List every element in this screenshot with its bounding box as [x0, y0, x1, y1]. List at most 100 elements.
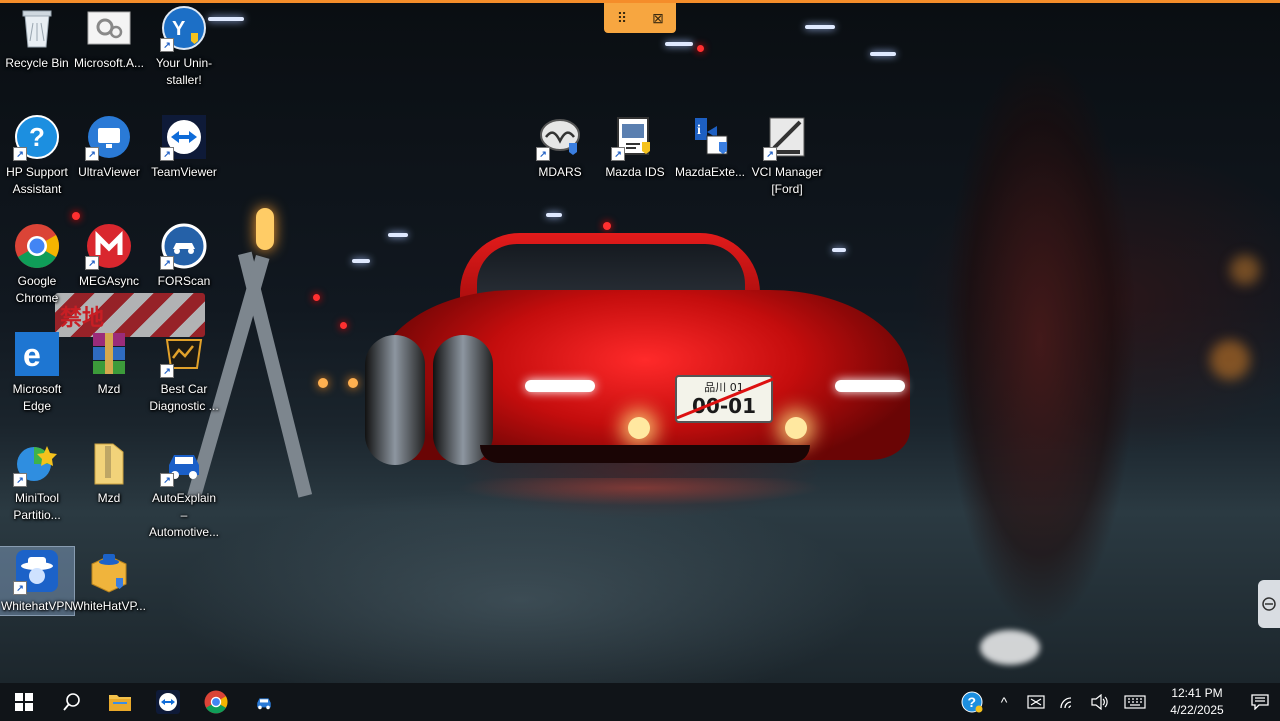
taskbar-autoexplain[interactable]: [240, 683, 288, 721]
desktop-icon-forscan[interactable]: ↗ FORScan: [147, 222, 221, 290]
desktop-icon-label: WhitehatVPN: [0, 599, 74, 613]
svg-text:i: i: [697, 123, 701, 138]
teamviewer-icon: [156, 690, 180, 714]
minitool-icon: ↗: [13, 439, 61, 487]
desktop-icon-label: AutoExplain – Automotive...: [148, 491, 220, 539]
bokeh-light: [318, 378, 328, 388]
forscan-icon: ↗: [160, 222, 208, 270]
desktop-icon-hp-support[interactable]: ? ↗ HP Support Assistant: [0, 113, 74, 198]
street-light: [805, 25, 835, 29]
start-button[interactable]: [0, 683, 48, 721]
folder-icon: [109, 695, 131, 711]
edge-icon: e: [13, 330, 61, 378]
your-uninstaller-icon: Y ↗: [160, 4, 208, 52]
chrome-icon: [13, 222, 61, 270]
help-icon: ?: [961, 691, 983, 713]
bokeh-light: [313, 294, 320, 301]
wifi-icon[interactable]: [1052, 683, 1084, 721]
desktop-icon-mazda-ext[interactable]: i MazdaExte...: [673, 113, 747, 181]
desktop-icon-best-car-diagnostic[interactable]: ↗ Best Car Diagnostic ...: [147, 330, 221, 415]
autoexplain-icon: ↗: [160, 439, 208, 487]
car-fog-light: [628, 417, 650, 439]
autoexplain-icon: [257, 698, 271, 710]
car-headlight: [525, 380, 595, 392]
clock-time: 12:41 PM: [1171, 686, 1223, 700]
desktop-icon-teamviewer[interactable]: ↗ TeamViewer: [147, 113, 221, 181]
clock-date: 4/22/2025: [1170, 703, 1224, 717]
bokeh-light: [697, 45, 704, 52]
bokeh-light: [72, 212, 80, 220]
desktop-icon-recycle-bin[interactable]: Recycle Bin: [0, 4, 74, 72]
desktop-icon-mazda-ids[interactable]: ↗ Mazda IDS: [598, 113, 672, 181]
desktop-icon-label: MEGAsync: [78, 274, 139, 288]
lantern-light: [256, 208, 274, 250]
shortcut-arrow-icon: ↗: [536, 147, 550, 161]
chrome-icon: [204, 690, 228, 714]
volume-icon[interactable]: [1084, 683, 1116, 721]
floating-toolbar: ⠿ ⊠: [604, 3, 676, 33]
shortcut-arrow-icon: ↗: [763, 147, 777, 161]
wallpaper-pillar: [940, 0, 1140, 683]
desktop-icon-whitehatvpn[interactable]: ↗ WhitehatVPN: [0, 546, 75, 616]
action-center-icon[interactable]: [1240, 683, 1280, 721]
taskbar-file-explorer[interactable]: [96, 683, 144, 721]
svg-text:?: ?: [29, 122, 45, 152]
bokeh-light: [1210, 340, 1250, 380]
shortcut-arrow-icon: ↗: [13, 581, 27, 595]
drag-handle-icon[interactable]: ⠿: [611, 7, 633, 29]
car-diagnostic-icon: ↗: [160, 330, 208, 378]
bokeh-light: [340, 322, 347, 329]
desktop-icon-label: MazdaExte...: [674, 165, 746, 179]
megasync-icon: ↗: [85, 222, 133, 270]
whitehatvpn-installer-icon: [85, 547, 133, 595]
desktop-icon-microsoft-edge[interactable]: e Microsoft Edge: [0, 330, 74, 415]
shortcut-arrow-icon: ↗: [13, 473, 27, 487]
desktop-icon-label: UltraViewer: [78, 165, 140, 179]
shortcut-arrow-icon: ↗: [611, 147, 625, 161]
taskbar-teamviewer[interactable]: [144, 683, 192, 721]
input-method-icon[interactable]: [1020, 683, 1052, 721]
shortcut-arrow-icon: ↗: [85, 256, 99, 270]
street-light: [665, 42, 693, 46]
search-button[interactable]: [48, 683, 96, 721]
street-light: [870, 52, 896, 56]
desktop-icon-ultraviewer[interactable]: ↗ UltraViewer: [72, 113, 146, 181]
desktop-icon-mzd-folder[interactable]: Mzd: [72, 439, 146, 507]
road-glow: [980, 630, 1040, 665]
folder-archive-icon: [85, 439, 133, 487]
desktop-icon-whitehatvpn-installer[interactable]: WhiteHatVP...: [72, 547, 146, 615]
road-reflection: [380, 478, 900, 528]
windows-logo-icon: [15, 693, 33, 711]
desktop-icon-vci-manager[interactable]: ↗ VCI Manager [Ford]: [750, 113, 824, 198]
desktop-icon-label: MDARS: [538, 165, 582, 179]
desktop-icon-megasync[interactable]: ↗ MEGAsync: [72, 222, 146, 290]
touch-keyboard-icon[interactable]: [1116, 683, 1154, 721]
mazda-ext-icon: i: [686, 113, 734, 161]
desktop-icon-mdars[interactable]: ↗ MDARS: [523, 113, 597, 181]
tray-hp-support[interactable]: ?: [956, 683, 988, 721]
bokeh-light: [603, 222, 611, 230]
desktop-icon-google-chrome[interactable]: Google Chrome: [0, 222, 74, 307]
desktop-icon-label: Mazda IDS: [605, 165, 665, 179]
hp-support-icon: ? ↗: [13, 113, 61, 161]
show-hidden-icons-chevron[interactable]: ^: [988, 683, 1020, 721]
desktop-icon-label: FORScan: [157, 274, 211, 288]
street-light: [546, 213, 562, 217]
close-toolbar-icon[interactable]: ⊠: [647, 7, 669, 29]
taskbar-clock[interactable]: 12:41 PM 4/22/2025: [1154, 685, 1240, 719]
desktop-icon-mzd-rar[interactable]: Mzd: [72, 330, 146, 398]
shortcut-arrow-icon: ↗: [13, 147, 27, 161]
bokeh-light: [1230, 255, 1260, 285]
taskbar-chrome[interactable]: [192, 683, 240, 721]
desktop-icon-autoexplain[interactable]: ↗ AutoExplain – Automotive...: [147, 439, 221, 541]
car-bumper: [480, 445, 810, 463]
desktop-icon-minitool[interactable]: ↗ MiniTool Partitio...: [0, 439, 74, 524]
svg-text:Y: Y: [172, 18, 186, 40]
shortcut-arrow-icon: ↗: [160, 147, 174, 161]
vci-manager-icon: ↗: [763, 113, 811, 161]
side-panel-tab-icon[interactable]: [1258, 580, 1280, 628]
desktop-icon-your-uninstaller[interactable]: Y ↗ Your Unin-staller!: [147, 4, 221, 89]
desktop-icon-microsoft-a[interactable]: Microsoft.A...: [72, 4, 146, 72]
desktop-icon-label: HP Support Assistant: [6, 165, 68, 196]
license-plate: 品川 01 00-01: [675, 375, 774, 423]
